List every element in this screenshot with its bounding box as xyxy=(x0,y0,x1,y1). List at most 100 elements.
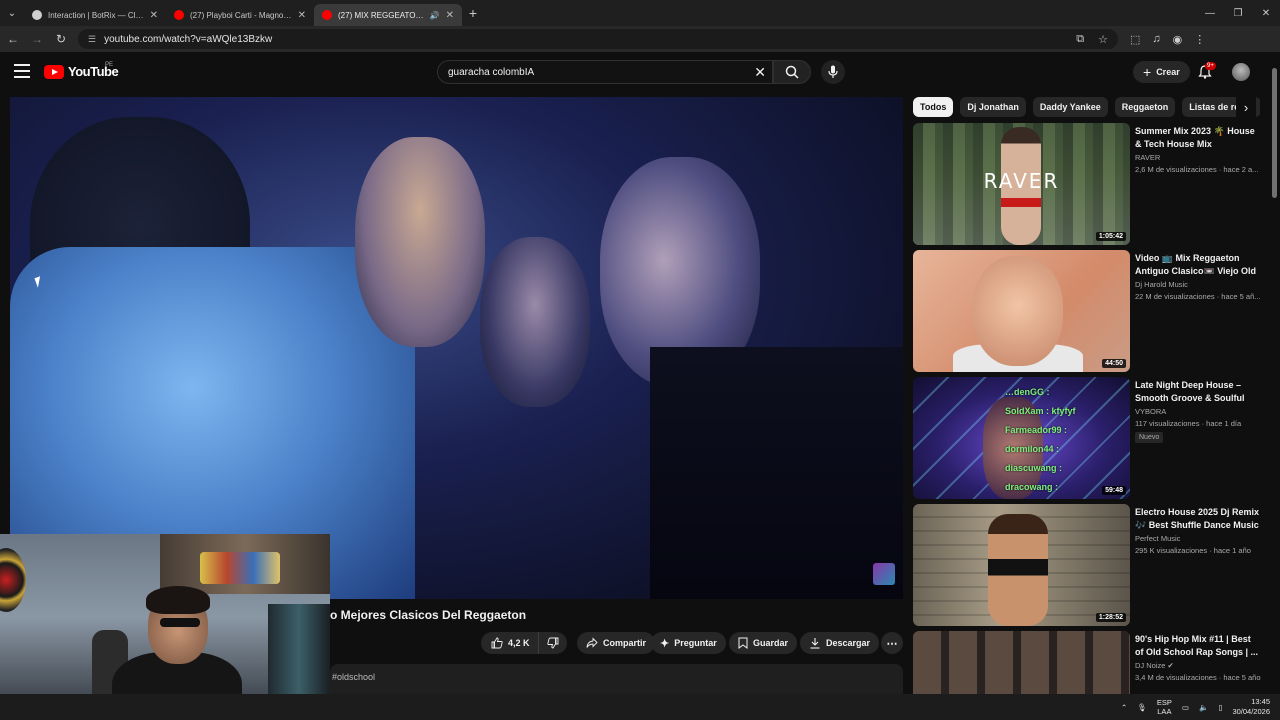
forward-icon[interactable]: → xyxy=(26,28,48,50)
recommendation-meta: 22 M de visualizaciones · hace 5 añ... xyxy=(1135,292,1261,301)
microphone-tray-icon[interactable]: 🎙 xyxy=(1137,703,1147,712)
keyboard-layout: LAA xyxy=(1157,707,1172,716)
chip-dj-jonathan[interactable]: Dj Jonathan xyxy=(960,97,1026,117)
thumbs-down-icon xyxy=(546,637,558,649)
video-thumbnail[interactable]: …denGG : SoldXam : kfyfyf Farmeador99 : … xyxy=(913,377,1130,499)
recommendation-meta: 117 visualizaciones · hace 1 día xyxy=(1135,419,1242,428)
maximize-icon[interactable]: ❐ xyxy=(1224,0,1252,26)
chat-line: dracowang : xyxy=(1005,482,1059,492)
save-button[interactable]: Guardar xyxy=(729,632,798,654)
share-arrow-icon xyxy=(586,637,598,648)
recommendation-item[interactable]: 1:28:52 Electro House 2025 Dj Remix 🎶 Be… xyxy=(913,504,1263,626)
video-thumbnail[interactable]: 1:28:52 xyxy=(913,504,1130,626)
video-thumbnail[interactable]: 44:50 xyxy=(913,250,1130,372)
recommendation-channel[interactable]: Dj Harold Music xyxy=(1135,280,1188,289)
video-player[interactable] xyxy=(10,97,903,599)
chat-line: SoldXam : kfyfyf xyxy=(1005,406,1076,416)
share-button[interactable]: Compartir xyxy=(577,632,656,654)
ask-button[interactable]: ✦ Preguntar xyxy=(651,632,726,654)
description-hashtag[interactable]: #oldschool xyxy=(332,672,375,682)
chat-line: dormilon44 : xyxy=(1005,444,1060,454)
hamburger-menu-icon[interactable] xyxy=(14,64,30,78)
extensions-icon[interactable]: ⬚ xyxy=(1130,33,1140,46)
voice-search-button[interactable] xyxy=(821,60,845,84)
screen: ⌄ Interaction | BotRix — Cloud St ✕ (27)… xyxy=(0,0,1280,720)
cast-icon[interactable]: ⧉ xyxy=(1076,33,1084,46)
close-tab-icon[interactable]: ✕ xyxy=(150,10,158,21)
close-window-icon[interactable]: ✕ xyxy=(1252,0,1280,26)
search-input[interactable] xyxy=(448,66,738,78)
microphone-icon xyxy=(828,65,838,78)
close-tab-icon[interactable]: ✕ xyxy=(298,10,306,21)
recommendation-item[interactable]: 44:50 Video 📺 Mix Reggaeton Antiguo Clas… xyxy=(913,250,1263,372)
search-box: ✕ xyxy=(437,60,773,84)
page-scrollbar[interactable] xyxy=(1272,68,1277,198)
browser-menu-icon[interactable]: ⋮ xyxy=(1194,33,1205,46)
tab-search-button[interactable]: ⌄ xyxy=(0,0,24,26)
bookmark-star-icon[interactable]: ☆ xyxy=(1098,33,1108,46)
save-button-wrap: Guardar xyxy=(729,632,798,654)
language-code: ESP xyxy=(1156,698,1172,707)
volume-icon[interactable]: 🔈 xyxy=(1199,703,1208,712)
ask-button-wrap: ✦ Preguntar xyxy=(651,632,726,654)
audio-playing-icon[interactable]: 🔊 xyxy=(430,11,440,20)
chip-todos[interactable]: Todos xyxy=(913,97,954,117)
language-indicator[interactable]: ESP LAA xyxy=(1157,698,1172,716)
download-button[interactable]: Descargar xyxy=(800,632,880,654)
os-taskbar: ⌃ 🎙 ESP LAA ▭ 🔈 ▯ 13:45 30/04/2026 xyxy=(0,694,1280,720)
recommendation-channel[interactable]: VYBORA xyxy=(1135,407,1166,416)
network-icon[interactable]: ▭ xyxy=(1182,703,1189,712)
dislike-button[interactable] xyxy=(539,632,567,654)
plus-icon: + xyxy=(1143,64,1152,80)
new-tab-button[interactable]: + xyxy=(462,5,484,21)
chat-line: Farmeador99 : xyxy=(1005,425,1068,435)
recommendation-channel[interactable]: DJ Noize ✔ xyxy=(1135,661,1174,670)
more-actions-icon[interactable]: ⋯ xyxy=(881,632,903,654)
tab-mix-reggaeton[interactable]: (27) MIX REGGEATON ANTI 🔊 ✕ xyxy=(314,4,462,26)
tab-botrix[interactable]: Interaction | BotRix — Cloud St ✕ xyxy=(24,4,166,26)
channel-watermark-icon[interactable] xyxy=(873,563,895,585)
site-info-icon[interactable]: ☰ xyxy=(88,34,96,45)
recommendation-channel[interactable]: Perfect Music xyxy=(1135,534,1180,543)
recommendation-title[interactable]: Video 📺 Mix Reggaeton Antiguo Clasico📼 V… xyxy=(1135,252,1261,278)
back-icon[interactable]: ← xyxy=(2,28,24,50)
close-tab-icon[interactable]: ✕ xyxy=(446,10,454,21)
like-button[interactable]: 4,2 K xyxy=(481,632,539,654)
tab-playboi-carti[interactable]: (27) Playboi Carti - Magnolia - ✕ xyxy=(166,4,314,26)
video-thumbnail[interactable] xyxy=(913,631,1130,694)
recommendation-channel[interactable]: RAVER xyxy=(1135,153,1160,162)
reload-icon[interactable]: ↻ xyxy=(50,28,72,50)
description-box[interactable] xyxy=(330,664,903,694)
system-tray: ⌃ 🎙 ESP LAA ▭ 🔈 ▯ 13:45 30/04/2026 xyxy=(1121,697,1270,717)
create-button[interactable]: + Crear xyxy=(1133,61,1190,83)
clock-time: 13:45 xyxy=(1251,697,1270,706)
recommendation-item[interactable]: 90's Hip Hop Mix #11 | Best of Old Schoo… xyxy=(913,631,1263,694)
battery-icon[interactable]: ▯ xyxy=(1218,703,1222,712)
recommendation-title[interactable]: 90's Hip Hop Mix #11 | Best of Old Schoo… xyxy=(1135,633,1261,659)
ask-label: Preguntar xyxy=(674,638,717,648)
minimize-icon[interactable]: — xyxy=(1196,0,1224,26)
window-controls: — ❐ ✕ xyxy=(1196,0,1280,26)
tray-overflow-icon[interactable]: ⌃ xyxy=(1121,703,1127,712)
clear-search-icon[interactable]: ✕ xyxy=(754,64,766,81)
account-avatar[interactable] xyxy=(1232,63,1250,81)
search-icon xyxy=(785,65,799,79)
notification-count-badge: 9+ xyxy=(1205,62,1216,70)
chevron-right-icon[interactable]: › xyxy=(1236,97,1256,117)
youtube-play-icon xyxy=(44,64,64,79)
chip-daddy-yankee[interactable]: Daddy Yankee xyxy=(1032,97,1108,117)
recommendation-item[interactable]: …denGG : SoldXam : kfyfyf Farmeador99 : … xyxy=(913,377,1263,499)
download-button-wrap: Descargar xyxy=(800,632,880,654)
address-bar[interactable]: ☰ youtube.com/watch?v=aWQle13Bzkw ⧉ ☆ xyxy=(78,29,1118,49)
chip-reggaeton[interactable]: Reggaeton xyxy=(1114,97,1176,117)
recommendation-title[interactable]: Late Night Deep House – Smooth Groove & … xyxy=(1135,379,1261,405)
webcam-person-glasses xyxy=(160,618,200,627)
recommendation-title[interactable]: Electro House 2025 Dj Remix 🎶 Best Shuff… xyxy=(1135,506,1261,532)
recommendation-item[interactable]: RAVER 1:05:42 Summer Mix 2023 🌴 House & … xyxy=(913,123,1263,245)
search-button[interactable] xyxy=(773,60,811,84)
video-thumbnail[interactable]: RAVER 1:05:42 xyxy=(913,123,1130,245)
recommendation-title[interactable]: Summer Mix 2023 🌴 House & Tech House Mix xyxy=(1135,125,1261,151)
media-controls-icon[interactable]: ♫ xyxy=(1152,33,1160,46)
clock[interactable]: 13:45 30/04/2026 xyxy=(1232,697,1270,717)
profile-icon[interactable]: ◉ xyxy=(1173,33,1183,46)
